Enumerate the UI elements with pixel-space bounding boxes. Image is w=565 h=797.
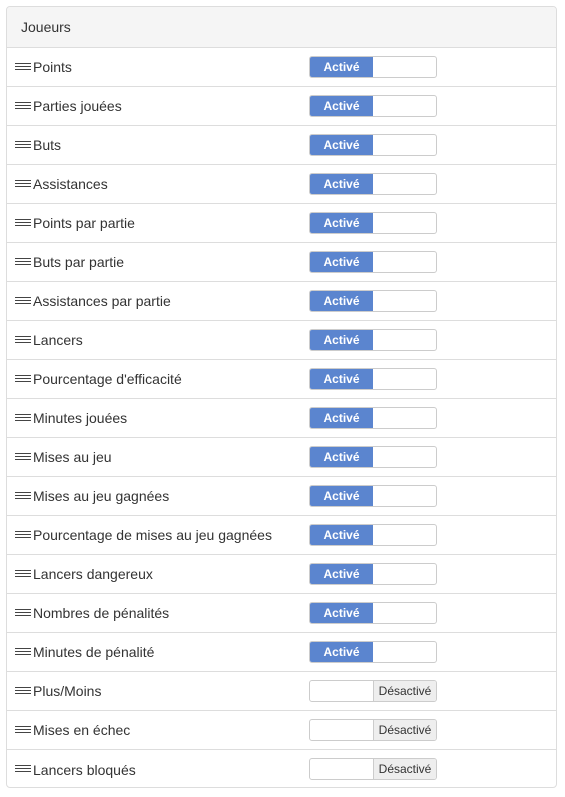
stat-row[interactable]: Lancers bloqués ActivéDésactivé <box>7 750 556 787</box>
stat-row[interactable]: Lancers dangereux ActivéDésactivé <box>7 555 556 594</box>
drag-handle-icon[interactable] <box>15 570 31 578</box>
toggle-on-label: Activé <box>310 213 373 233</box>
stat-toggle[interactable]: ActivéDésactivé <box>309 524 437 546</box>
toggle-off-label: Désactivé <box>373 720 436 740</box>
stat-row[interactable]: Mises au jeu gagnées ActivéDésactivé <box>7 477 556 516</box>
toggle-on-label: Activé <box>310 330 373 350</box>
drag-handle-icon[interactable] <box>15 414 31 422</box>
toggle-on-label: Activé <box>310 369 373 389</box>
drag-handle-icon[interactable] <box>15 63 31 71</box>
stat-toggle[interactable]: ActivéDésactivé <box>309 407 437 429</box>
stat-toggle[interactable]: ActivéDésactivé <box>309 641 437 663</box>
stat-row[interactable]: Nombres de pénalités ActivéDésactivé <box>7 594 556 633</box>
stat-label: Pourcentage de mises au jeu gagnées <box>33 527 272 543</box>
stat-list: PointsActivéDésactivéParties jouéesActiv… <box>7 48 556 787</box>
players-panel: Joueurs PointsActivéDésactivéParties jou… <box>6 6 557 788</box>
drag-handle-icon[interactable] <box>15 609 31 617</box>
stat-row[interactable]: Assistances ActivéDésactivé <box>7 165 556 204</box>
drag-handle-icon[interactable] <box>15 180 31 188</box>
toggle-on-label: Activé <box>310 408 373 428</box>
stat-label: Mises au jeu gagnées <box>33 488 170 504</box>
stat-toggle[interactable]: ActivéDésactivé <box>309 563 437 585</box>
drag-handle-icon[interactable] <box>15 141 31 149</box>
panel-title: Joueurs <box>21 19 71 35</box>
drag-handle-icon[interactable] <box>15 102 31 110</box>
toggle-on-label: Activé <box>310 525 373 545</box>
stat-label: Pourcentage d'efficacité <box>33 371 182 387</box>
stat-row[interactable]: Minutes jouées ActivéDésactivé <box>7 399 556 438</box>
stat-label: Parties jouées <box>33 98 122 114</box>
panel-heading: Joueurs <box>7 7 556 48</box>
stat-toggle[interactable]: ActivéDésactivé <box>309 680 437 702</box>
stat-label: Points par partie <box>33 215 135 231</box>
toggle-on-label: Activé <box>310 447 373 467</box>
stat-label: Lancers <box>33 332 83 348</box>
stat-label: Points <box>33 59 72 75</box>
stat-toggle[interactable]: ActivéDésactivé <box>309 290 437 312</box>
toggle-on-label: Activé <box>310 135 373 155</box>
stat-label: Buts <box>33 137 62 153</box>
stat-toggle[interactable]: ActivéDésactivé <box>309 329 437 351</box>
stat-toggle[interactable]: ActivéDésactivé <box>309 485 437 507</box>
stat-label: Buts par partie <box>33 254 125 270</box>
toggle-on-label: Activé <box>310 174 373 194</box>
stat-row[interactable]: Buts par partie ActivéDésactivé <box>7 243 556 282</box>
stat-row[interactable]: Points ActivéDésactivé <box>7 48 556 87</box>
toggle-on-label: Activé <box>310 564 373 584</box>
toggle-on-label: Activé <box>310 57 373 77</box>
stat-label: Minutes jouées <box>33 410 128 426</box>
stat-row[interactable]: Lancers ActivéDésactivé <box>7 321 556 360</box>
stat-toggle[interactable]: ActivéDésactivé <box>309 251 437 273</box>
toggle-on-label: Activé <box>310 96 373 116</box>
stat-label: Lancers bloqués <box>33 761 136 778</box>
drag-handle-icon[interactable] <box>15 336 31 344</box>
toggle-on-label: Activé <box>310 603 373 623</box>
drag-handle-icon[interactable] <box>15 726 31 734</box>
stat-label: Assistances par partie <box>33 293 171 309</box>
drag-handle-icon[interactable] <box>15 453 31 461</box>
stat-toggle[interactable]: ActivéDésactivé <box>309 173 437 195</box>
stat-row[interactable]: Buts ActivéDésactivé <box>7 126 556 165</box>
stat-toggle[interactable]: ActivéDésactivé <box>309 95 437 117</box>
stat-label: Mises au jeu <box>33 449 112 465</box>
drag-handle-icon[interactable] <box>15 765 31 773</box>
stat-row[interactable]: Pourcentage d'efficacité ActivéDésactivé <box>7 360 556 399</box>
stat-toggle[interactable]: ActivéDésactivé <box>309 758 437 780</box>
stat-label: Mises en échec <box>33 722 131 738</box>
drag-handle-icon[interactable] <box>15 219 31 227</box>
toggle-on-label: Activé <box>310 642 373 662</box>
stat-label: Plus/Moins <box>33 683 102 699</box>
stat-label: Minutes de pénalité <box>33 644 155 660</box>
stat-row[interactable]: Mises en échec ActivéDésactivé <box>7 711 556 750</box>
toggle-off-label: Désactivé <box>373 759 436 779</box>
stat-toggle[interactable]: ActivéDésactivé <box>309 56 437 78</box>
stat-row[interactable]: Plus/Moins ActivéDésactivé <box>7 672 556 711</box>
drag-handle-icon[interactable] <box>15 375 31 383</box>
stat-toggle[interactable]: ActivéDésactivé <box>309 368 437 390</box>
drag-handle-icon[interactable] <box>15 648 31 656</box>
stat-toggle[interactable]: ActivéDésactivé <box>309 602 437 624</box>
stat-toggle[interactable]: ActivéDésactivé <box>309 446 437 468</box>
stat-row[interactable]: Minutes de pénalité ActivéDésactivé <box>7 633 556 672</box>
stat-label: Lancers dangereux <box>33 566 153 582</box>
stat-row[interactable]: Assistances par partie ActivéDésactivé <box>7 282 556 321</box>
stat-toggle[interactable]: ActivéDésactivé <box>309 719 437 741</box>
drag-handle-icon[interactable] <box>15 531 31 539</box>
stat-toggle[interactable]: ActivéDésactivé <box>309 212 437 234</box>
drag-handle-icon[interactable] <box>15 492 31 500</box>
drag-handle-icon[interactable] <box>15 297 31 305</box>
toggle-off-label: Désactivé <box>373 681 436 701</box>
stat-row[interactable]: Parties jouées ActivéDésactivé <box>7 87 556 126</box>
stat-toggle[interactable]: ActivéDésactivé <box>309 134 437 156</box>
toggle-on-label: Activé <box>310 291 373 311</box>
stat-row[interactable]: Mises au jeu ActivéDésactivé <box>7 438 556 477</box>
stat-label: Assistances <box>33 176 108 192</box>
stat-row[interactable]: Points par partie ActivéDésactivé <box>7 204 556 243</box>
drag-handle-icon[interactable] <box>15 687 31 695</box>
toggle-on-label: Activé <box>310 252 373 272</box>
stat-label: Nombres de pénalités <box>33 605 170 621</box>
drag-handle-icon[interactable] <box>15 258 31 266</box>
stat-row[interactable]: Pourcentage de mises au jeu gagnées Activ… <box>7 516 556 555</box>
toggle-on-label: Activé <box>310 486 373 506</box>
